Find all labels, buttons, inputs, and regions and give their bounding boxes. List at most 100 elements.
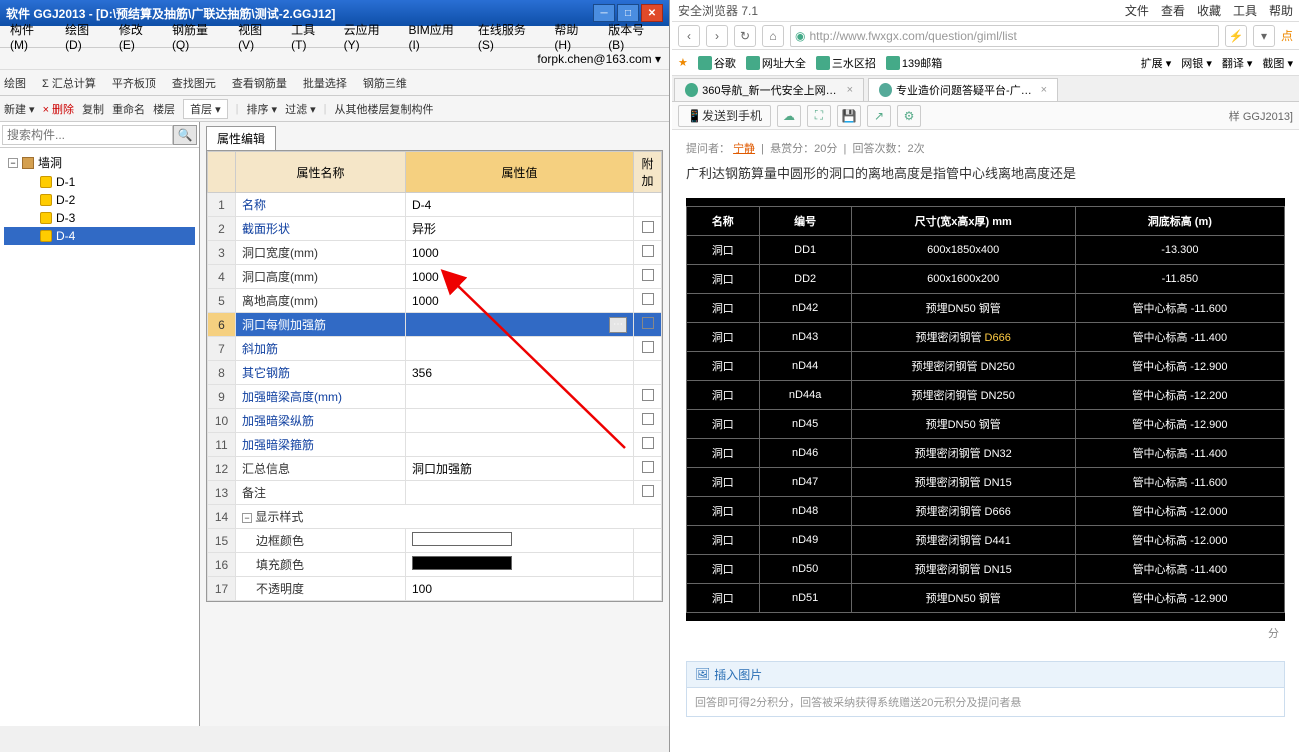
property-value[interactable]: 洞口加强筋 [406,457,634,481]
property-row[interactable]: 7斜加筋 [208,337,662,361]
toolbar-button[interactable]: Σ 汇总计算 [42,75,96,91]
property-row[interactable]: 12汇总信息洞口加强筋 [208,457,662,481]
bookmark-tool[interactable]: 扩展 ▾ [1141,55,1172,71]
property-row[interactable]: 2截面形状异形 [208,217,662,241]
checkbox[interactable] [642,485,654,497]
menu-item[interactable]: 版本号(B) [602,19,665,54]
checkbox[interactable] [642,245,654,257]
menu-item[interactable]: 视图(V) [232,19,283,54]
back-button[interactable]: ‹ [678,25,700,47]
tree-item[interactable]: D-3 [4,209,195,227]
tab-close-icon[interactable]: × [847,84,853,96]
bookmark-item[interactable]: 139邮箱 [886,55,942,71]
toolbar-button[interactable]: 平齐板顶 [112,75,156,91]
tree-root[interactable]: − 墙洞 [4,152,195,173]
property-value[interactable] [406,385,634,409]
floor-select[interactable]: 首层 ▾ [183,99,228,119]
toolbar-button[interactable]: 批量选择 [303,75,347,91]
property-value[interactable] [406,337,634,361]
checkbox[interactable] [642,317,654,329]
display-group[interactable]: − 显示样式 [236,505,662,529]
menu-item[interactable]: 帮助(H) [548,19,600,54]
bookmark-item[interactable]: 三水区招 [816,55,876,71]
checkbox[interactable] [642,341,654,353]
search-input[interactable] [2,125,173,145]
property-value[interactable] [406,481,634,505]
share-icon[interactable]: ↗ [867,105,891,127]
property-value[interactable] [406,433,634,457]
property-row[interactable]: 3洞口宽度(mm)1000 [208,241,662,265]
menu-item[interactable]: 钢筋量(Q) [166,19,230,54]
browser-menu-item[interactable]: 收藏 [1197,2,1221,19]
sort-button[interactable]: 排序 ▾ [247,101,278,117]
property-value[interactable]: 356 [406,361,634,385]
filter-button[interactable]: 过滤 ▾ [285,101,316,117]
property-row[interactable]: 16填充颜色 [208,553,662,577]
tree-item[interactable]: D-1 [4,173,195,191]
checkbox[interactable] [642,293,654,305]
rename-button[interactable]: 重命名 [112,101,145,117]
user-email[interactable]: forpk.chen@163.com ▾ [537,52,661,66]
property-value[interactable]: ⋯ [406,313,634,337]
property-row[interactable]: 8其它钢筋356 [208,361,662,385]
browser-tab[interactable]: 360导航_新一代安全上网导航× [674,78,864,101]
property-row[interactable]: 6洞口每侧加强筋⋯ [208,313,662,337]
property-value[interactable]: 1000 [406,265,634,289]
dropdown-icon[interactable]: ▾ [1253,25,1275,47]
property-value[interactable]: 1000 [406,241,634,265]
forward-button[interactable]: › [706,25,728,47]
property-value[interactable]: 1000 [406,289,634,313]
menu-item[interactable]: 在线服务(S) [472,19,547,54]
insert-image-bar[interactable]: 🖼 插入图片 [687,662,1284,688]
property-row[interactable]: 11加强暗梁箍筋 [208,433,662,457]
menu-item[interactable]: 云应用(Y) [338,19,401,54]
property-row[interactable]: 4洞口高度(mm)1000 [208,265,662,289]
bookmark-item[interactable]: 网址大全 [746,55,806,71]
browser-tab[interactable]: 专业造价问题答疑平台-广联达× [868,78,1058,101]
toolbar-button[interactable]: 查找图元 [172,75,216,91]
reload-button[interactable]: ↻ [734,25,756,47]
property-row[interactable]: 13备注 [208,481,662,505]
collapse-icon[interactable]: − [8,158,18,168]
menu-item[interactable]: 工具(T) [285,19,335,54]
checkbox[interactable] [642,389,654,401]
property-row[interactable]: 1名称D-4 [208,193,662,217]
lightning-icon[interactable]: ⚡ [1225,25,1247,47]
fullscreen-icon[interactable]: ⛶ [807,105,831,127]
delete-button[interactable]: × 删除 [43,101,74,117]
gear-icon[interactable]: ⚙ [897,105,921,127]
tree-item[interactable]: D-2 [4,191,195,209]
checkbox[interactable] [642,437,654,449]
tab-close-icon[interactable]: × [1041,84,1047,96]
copy-from-button[interactable]: 从其他楼层复制构件 [335,101,434,117]
save-icon[interactable]: 💾 [837,105,861,127]
bookmark-tool[interactable]: 翻译 ▾ [1222,55,1253,71]
property-value[interactable] [406,409,634,433]
toolbar-button[interactable]: 查看钢筋量 [232,75,287,91]
home-button[interactable]: ⌂ [762,25,784,47]
menu-item[interactable]: 修改(E) [113,19,164,54]
url-bar[interactable]: ◉ http://www.fwxgx.com/question/giml/lis… [790,25,1219,47]
menu-item[interactable]: BIM应用(I) [402,19,469,54]
color-swatch[interactable] [412,556,512,570]
property-value[interactable]: D-4 [406,193,634,217]
checkbox[interactable] [642,221,654,233]
new-button[interactable]: 新建 ▾ [4,101,35,117]
ellipsis-button[interactable]: ⋯ [609,317,627,333]
bookmark-tool[interactable]: 网银 ▾ [1181,55,1212,71]
property-value[interactable]: 异形 [406,217,634,241]
menu-item[interactable]: 构件(M) [4,19,57,54]
toolbar-button[interactable]: 绘图 [4,75,26,91]
search-button[interactable]: 🔍 [173,125,197,145]
asker-link[interactable]: 宁静 [733,143,755,155]
browser-menu-item[interactable]: 文件 [1125,2,1149,19]
property-row[interactable]: 5离地高度(mm)1000 [208,289,662,313]
checkbox[interactable] [642,461,654,473]
send-to-phone-button[interactable]: 📱 发送到手机 [678,105,771,127]
tree-item[interactable]: D-4 [4,227,195,245]
browser-menu-item[interactable]: 帮助 [1269,2,1293,19]
property-row[interactable]: 10加强暗梁纵筋 [208,409,662,433]
bookmark-tool[interactable]: 截图 ▾ [1262,55,1293,71]
browser-menu-item[interactable]: 工具 [1233,2,1257,19]
menu-item[interactable]: 绘图(D) [59,19,111,54]
